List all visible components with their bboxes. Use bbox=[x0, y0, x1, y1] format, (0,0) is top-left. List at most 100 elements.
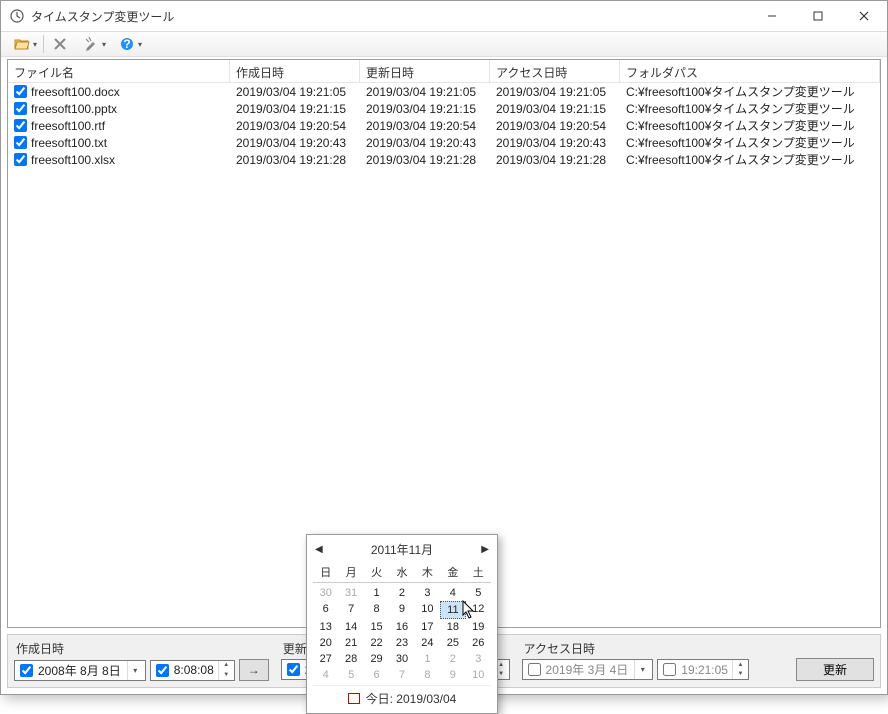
list-header: ファイル名 作成日時 更新日時 アクセス日時 フォルダパス bbox=[8, 60, 880, 83]
calendar-popup[interactable]: ◀ 2011年11月 ▶ 日月火水木金土30311234567891011121… bbox=[306, 534, 498, 714]
cal-today-link[interactable]: 今日: 2019/03/04 bbox=[313, 685, 491, 709]
update-button[interactable]: 更新 bbox=[796, 658, 874, 681]
cal-day[interactable]: 3 bbox=[466, 651, 491, 667]
cal-dow: 火 bbox=[364, 562, 389, 583]
cal-day[interactable]: 31 bbox=[338, 585, 363, 601]
row-check[interactable] bbox=[14, 85, 27, 98]
created-label: 作成日時 bbox=[14, 640, 66, 657]
maximize-button[interactable] bbox=[795, 1, 841, 31]
cal-day[interactable]: 26 bbox=[466, 635, 491, 651]
accessed-date-dropdown[interactable]: ▾ bbox=[634, 660, 650, 679]
cell-created: 2019/03/04 19:20:43 bbox=[230, 136, 360, 150]
cal-dow: 木 bbox=[415, 562, 440, 583]
cal-day[interactable]: 19 bbox=[466, 619, 491, 635]
cal-day[interactable]: 16 bbox=[389, 619, 414, 635]
cal-day[interactable]: 15 bbox=[364, 619, 389, 635]
row-check[interactable] bbox=[14, 119, 27, 132]
cal-day[interactable]: 17 bbox=[415, 619, 440, 635]
minimize-button[interactable] bbox=[749, 1, 795, 31]
cal-day[interactable]: 12 bbox=[466, 601, 491, 619]
table-row[interactable]: freesoft100.xlsx2019/03/04 19:21:282019/… bbox=[8, 151, 880, 168]
col-accessed[interactable]: アクセス日時 bbox=[490, 60, 620, 82]
modified-date-check[interactable] bbox=[287, 663, 300, 676]
col-created[interactable]: 作成日時 bbox=[230, 60, 360, 82]
row-check[interactable] bbox=[14, 153, 27, 166]
cell-created: 2019/03/04 19:21:28 bbox=[230, 153, 360, 167]
cal-day[interactable]: 4 bbox=[313, 667, 338, 683]
open-folder-button[interactable] bbox=[5, 33, 39, 55]
cal-day[interactable]: 6 bbox=[313, 601, 338, 619]
created-date-value: 2008年 8月 8日 bbox=[36, 662, 125, 679]
table-row[interactable]: freesoft100.docx2019/03/04 19:21:052019/… bbox=[8, 83, 880, 100]
cal-day[interactable]: 1 bbox=[415, 651, 440, 667]
cal-day[interactable]: 2 bbox=[440, 651, 465, 667]
row-check[interactable] bbox=[14, 102, 27, 115]
table-row[interactable]: freesoft100.pptx2019/03/04 19:21:152019/… bbox=[8, 100, 880, 117]
cal-day[interactable]: 5 bbox=[338, 667, 363, 683]
delete-button[interactable] bbox=[48, 33, 72, 55]
accessed-date-picker[interactable]: 2019年 3月 4日 ▾ bbox=[522, 659, 654, 680]
accessed-date-check[interactable] bbox=[528, 663, 541, 676]
cell-modified: 2019/03/04 19:21:28 bbox=[360, 153, 490, 167]
close-button[interactable] bbox=[841, 1, 887, 31]
created-time-picker[interactable]: 8:08:08 ▲▼ bbox=[150, 660, 235, 681]
table-row[interactable]: freesoft100.rtf2019/03/04 19:20:542019/0… bbox=[8, 117, 880, 134]
accessed-date-value: 2019年 3月 4日 bbox=[544, 661, 633, 678]
cal-day[interactable]: 14 bbox=[338, 619, 363, 635]
svg-text:?: ? bbox=[123, 37, 130, 51]
created-time-spinner[interactable]: ▲▼ bbox=[218, 661, 234, 680]
created-time-value: 8:08:08 bbox=[172, 663, 218, 677]
cal-month-label[interactable]: 2011年11月 bbox=[371, 541, 433, 558]
table-row[interactable]: freesoft100.txt2019/03/04 19:20:432019/0… bbox=[8, 134, 880, 151]
cal-day[interactable]: 24 bbox=[415, 635, 440, 651]
cal-dow: 日 bbox=[313, 562, 338, 583]
cal-day[interactable]: 10 bbox=[415, 601, 440, 619]
cell-accessed: 2019/03/04 19:21:05 bbox=[490, 85, 620, 99]
help-button[interactable]: ? bbox=[110, 33, 144, 55]
cal-day[interactable]: 9 bbox=[389, 601, 414, 619]
cal-day[interactable]: 2 bbox=[389, 585, 414, 601]
created-date-picker[interactable]: 2008年 8月 8日 ▾ bbox=[14, 660, 146, 681]
toolbar-separator bbox=[43, 35, 44, 53]
accessed-time-spinner[interactable]: ▲▼ bbox=[732, 660, 748, 679]
cal-day[interactable]: 3 bbox=[415, 585, 440, 601]
cal-day[interactable]: 29 bbox=[364, 651, 389, 667]
settings-button[interactable] bbox=[74, 33, 108, 55]
col-folder[interactable]: フォルダパス bbox=[620, 60, 880, 82]
cal-day[interactable]: 22 bbox=[364, 635, 389, 651]
cal-day[interactable]: 1 bbox=[364, 585, 389, 601]
cal-day[interactable]: 25 bbox=[440, 635, 465, 651]
cal-day[interactable]: 10 bbox=[466, 667, 491, 683]
cell-created: 2019/03/04 19:20:54 bbox=[230, 119, 360, 133]
cal-next-month[interactable]: ▶ bbox=[481, 544, 489, 555]
cal-prev-month[interactable]: ◀ bbox=[315, 544, 323, 555]
app-icon bbox=[9, 8, 25, 24]
cal-day[interactable]: 6 bbox=[364, 667, 389, 683]
cal-day[interactable]: 8 bbox=[364, 601, 389, 619]
created-date-check[interactable] bbox=[20, 664, 33, 677]
cal-day[interactable]: 7 bbox=[338, 601, 363, 619]
cal-day[interactable]: 7 bbox=[389, 667, 414, 683]
cal-day[interactable]: 5 bbox=[466, 585, 491, 601]
cal-day[interactable]: 4 bbox=[440, 585, 465, 601]
cal-day[interactable]: 30 bbox=[389, 651, 414, 667]
copy-right-button[interactable]: → bbox=[239, 659, 269, 681]
created-date-dropdown[interactable]: ▾ bbox=[127, 661, 143, 680]
cal-day[interactable]: 21 bbox=[338, 635, 363, 651]
accessed-time-check[interactable] bbox=[663, 663, 676, 676]
cal-day[interactable]: 8 bbox=[415, 667, 440, 683]
cal-day[interactable]: 23 bbox=[389, 635, 414, 651]
created-time-check[interactable] bbox=[156, 664, 169, 677]
accessed-time-picker[interactable]: 19:21:05 ▲▼ bbox=[657, 659, 749, 680]
cal-day[interactable]: 28 bbox=[338, 651, 363, 667]
col-modified[interactable]: 更新日時 bbox=[360, 60, 490, 82]
row-check[interactable] bbox=[14, 136, 27, 149]
cal-day[interactable]: 18 bbox=[440, 619, 465, 635]
cal-day[interactable]: 30 bbox=[313, 585, 338, 601]
cal-day[interactable]: 11 bbox=[440, 601, 465, 619]
cal-day[interactable]: 9 bbox=[440, 667, 465, 683]
cal-day[interactable]: 27 bbox=[313, 651, 338, 667]
col-filename[interactable]: ファイル名 bbox=[8, 60, 230, 82]
cal-day[interactable]: 13 bbox=[313, 619, 338, 635]
cal-day[interactable]: 20 bbox=[313, 635, 338, 651]
